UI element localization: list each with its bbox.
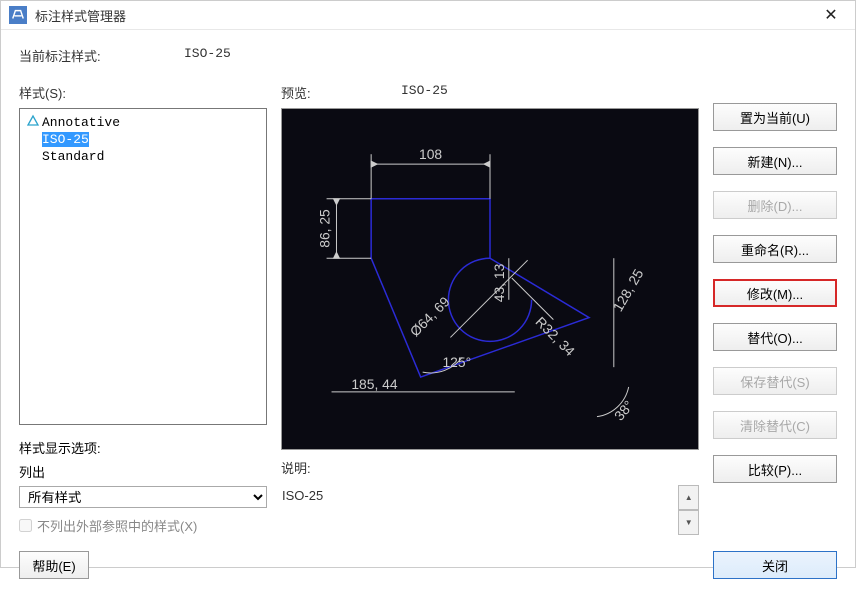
- description-spinner: ▲ ▼: [678, 485, 699, 535]
- override-button[interactable]: 替代(O)...: [713, 323, 837, 351]
- xref-checkbox[interactable]: [19, 519, 32, 532]
- button-column: 置为当前(U) 新建(N)... 删除(D)... 重命名(R)... 修改(M…: [713, 83, 837, 535]
- preview-box: 108 86, 25 43, 13 128, 25 Ø64, 69 R32, 3…: [281, 108, 699, 450]
- dimension-style-manager-dialog: 标注样式管理器 ✕ 当前标注样式: ISO-25 样式(S): Annotati…: [0, 0, 856, 568]
- preview-style-value: ISO-25: [401, 83, 448, 102]
- dimension-preview-svg: 108 86, 25 43, 13 128, 25 Ø64, 69 R32, 3…: [282, 109, 698, 449]
- current-style-row: 当前标注样式: ISO-25: [19, 46, 837, 65]
- left-column: 样式(S): Annotative ISO-25 Standard: [19, 83, 267, 535]
- bottom-bar: 帮助(E) 关闭: [1, 545, 855, 593]
- delete-button: 删除(D)...: [713, 191, 837, 219]
- svg-text:125°: 125°: [442, 354, 471, 370]
- display-options-label: 样式显示选项:: [19, 439, 267, 459]
- spinner-down-icon[interactable]: ▼: [678, 510, 699, 535]
- svg-text:38°: 38°: [611, 397, 637, 423]
- close-button[interactable]: 关闭: [713, 551, 837, 579]
- current-style-label: 当前标注样式:: [19, 46, 184, 65]
- content: 当前标注样式: ISO-25 样式(S): Annotative ISO-25: [1, 30, 855, 545]
- center-column: 预览: ISO-25: [281, 83, 699, 535]
- window-title: 标注样式管理器: [35, 6, 815, 25]
- save-override-button: 保存替代(S): [713, 367, 837, 395]
- set-current-button[interactable]: 置为当前(U): [713, 103, 837, 131]
- svg-text:185, 44: 185, 44: [351, 376, 398, 392]
- svg-text:R32, 34: R32, 34: [532, 313, 578, 359]
- styles-listbox[interactable]: Annotative ISO-25 Standard: [19, 108, 267, 425]
- xref-checkbox-label: 不列出外部参照中的样式(X): [37, 516, 197, 535]
- app-icon: [9, 6, 27, 24]
- rename-button[interactable]: 重命名(R)...: [713, 235, 837, 263]
- help-button[interactable]: 帮助(E): [19, 551, 89, 579]
- xref-checkbox-row[interactable]: 不列出外部参照中的样式(X): [19, 516, 267, 535]
- description-text: ISO-25: [281, 485, 672, 535]
- preview-headers: 预览: ISO-25: [281, 83, 699, 102]
- preview-label: 预览:: [281, 83, 401, 102]
- style-display-options: 样式显示选项: 列出 所有样式 不列出外部参照中的样式(X): [19, 439, 267, 535]
- styles-label: 样式(S):: [19, 83, 267, 102]
- close-icon[interactable]: ✕: [815, 1, 847, 29]
- list-item[interactable]: ISO-25: [20, 131, 266, 148]
- annotative-icon: [26, 114, 42, 130]
- svg-text:108: 108: [419, 146, 442, 162]
- svg-text:43, 13: 43, 13: [491, 263, 507, 302]
- list-item-label: Annotative: [42, 115, 120, 130]
- clear-override-button: 清除替代(C): [713, 411, 837, 439]
- modify-button[interactable]: 修改(M)...: [713, 279, 837, 307]
- list-item[interactable]: Annotative: [20, 113, 266, 131]
- new-button[interactable]: 新建(N)...: [713, 147, 837, 175]
- list-item-label: ISO-25: [42, 132, 89, 147]
- titlebar: 标注样式管理器 ✕: [1, 1, 855, 30]
- main-row: 样式(S): Annotative ISO-25 Standard: [19, 83, 837, 535]
- list-item[interactable]: Standard: [20, 148, 266, 165]
- list-filter-select[interactable]: 所有样式: [19, 486, 267, 508]
- list-label: 列出: [19, 463, 267, 483]
- compare-button[interactable]: 比较(P)...: [713, 455, 837, 483]
- spinner-up-icon[interactable]: ▲: [678, 485, 699, 510]
- list-item-label: Standard: [42, 149, 104, 164]
- current-style-value: ISO-25: [184, 46, 231, 65]
- svg-text:128, 25: 128, 25: [609, 266, 646, 314]
- svg-text:86, 25: 86, 25: [317, 209, 333, 248]
- svg-text:Ø64, 69: Ø64, 69: [407, 293, 453, 339]
- description-label: 说明:: [281, 458, 699, 477]
